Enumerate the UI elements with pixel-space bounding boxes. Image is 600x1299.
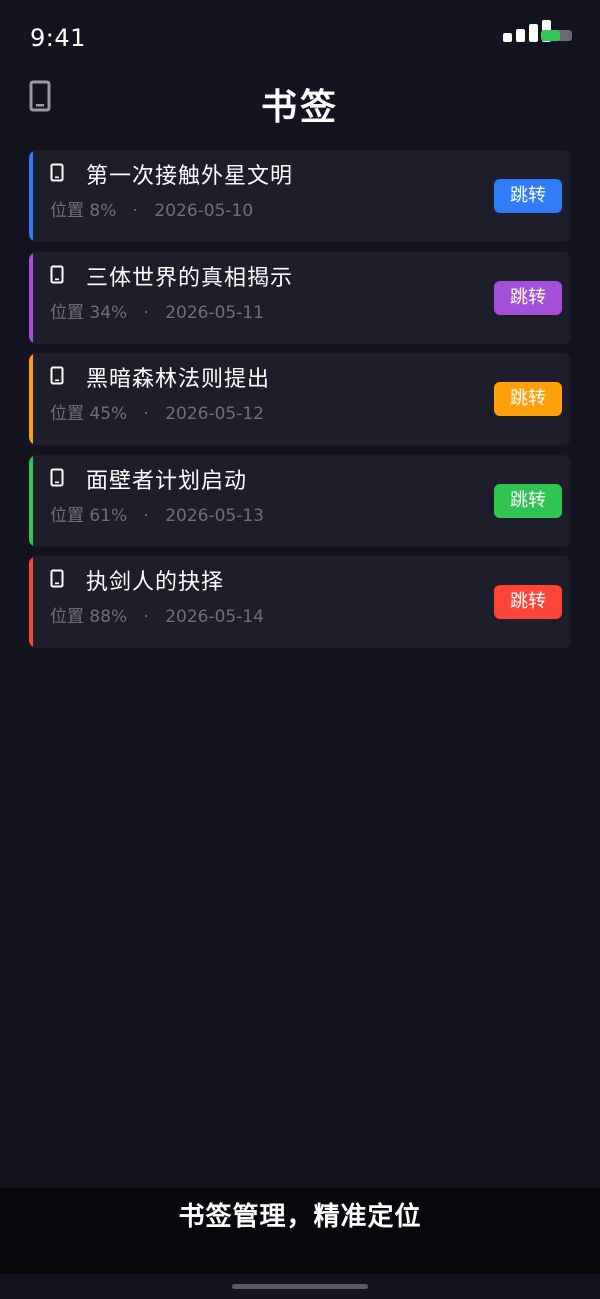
bookmark-item[interactable]: 面壁者计划启动位置 61% · 2026-05-13 跳转 [29, 454, 571, 547]
accent-bar [29, 353, 33, 445]
bookmark-title: 第一次接触外星文明 [86, 164, 294, 189]
phone-icon [50, 366, 64, 385]
bookmark-item[interactable]: 第一次接触外星文明位置 8% · 2026-05-10 跳转 [29, 150, 571, 242]
phone-icon [50, 163, 64, 182]
meta-separator: · [143, 404, 149, 424]
accent-bar [29, 150, 33, 242]
screen: 9:41 书签 第一次接触外星文明 位置 8% · 2026-05-10 跳转 三体世界的… [0, 0, 600, 1299]
bookmark-item[interactable]: 三体世界的真相揭示位置 34% · 2026-05-11 跳转 [29, 251, 571, 344]
phone-icon [50, 468, 64, 486]
page-title: 书签 [260, 87, 339, 128]
header: 书签 [0, 70, 600, 140]
accent-bar [29, 454, 33, 547]
bookmark-date: 2026-05-11 [165, 302, 264, 323]
meta-separator: · [143, 302, 149, 323]
bookmark-list: 第一次接触外星文明 位置 8% · 2026-05-10 跳转 三体世界的真相揭示 位置 3… [29, 150, 571, 658]
caption-bar: 书签管理，精准定位 [0, 1188, 600, 1274]
bookmark-position: 位置 8% [50, 201, 117, 221]
status-bar: 9:41 [0, 0, 600, 70]
caption-text: 书签管理，精准定位 [178, 1202, 422, 1232]
bookmark-title: 面壁者计划启动 [86, 468, 248, 494]
home-indicator[interactable] [232, 1284, 368, 1289]
accent-bar [29, 251, 33, 344]
jump-button[interactable]: 跳转 [494, 585, 562, 619]
battery-level [541, 30, 561, 41]
meta-separator: · [143, 607, 149, 627]
bookmark-meta: 位置 61% · 2026-05-13 [50, 501, 264, 526]
bookmark-date: 2026-05-12 [165, 404, 264, 424]
bookmark-position: 位置 45% [50, 404, 128, 424]
meta-separator: · [143, 505, 149, 526]
bookmark-title: 三体世界的真相揭示 [86, 265, 294, 291]
bookmark-meta: 位置 8% · 2026-05-10 [50, 196, 253, 221]
bookmark-meta: 位置 45% · 2026-05-12 [50, 399, 264, 424]
bookmark-date: 2026-05-10 [154, 201, 254, 221]
bookmark-position: 位置 88% [50, 607, 128, 627]
jump-button[interactable]: 跳转 [494, 280, 562, 315]
bookmark-item[interactable]: 黑暗森林法则提出位置 45% · 2026-05-12 跳转 [29, 353, 571, 445]
bookmark-meta: 位置 34% · 2026-05-11 [50, 298, 264, 323]
bookmark-meta: 位置 88% · 2026-05-14 [50, 602, 264, 627]
bookmark-title: 执剑人的抉择 [86, 570, 225, 595]
bookmark-title: 黑暗森林法则提出 [86, 367, 271, 392]
bookmark-date: 2026-05-13 [165, 505, 264, 526]
status-time: 9:41 [30, 24, 86, 52]
accent-bar [29, 556, 33, 648]
battery-icon [541, 30, 572, 41]
jump-button[interactable]: 跳转 [494, 382, 562, 416]
bookmark-date: 2026-05-14 [165, 607, 264, 627]
phone-icon [50, 569, 64, 588]
phone-icon [50, 265, 64, 283]
jump-button[interactable]: 跳转 [494, 179, 562, 213]
bookmark-position: 位置 34% [50, 302, 128, 323]
meta-separator: · [132, 201, 139, 221]
bookmark-position: 位置 61% [50, 505, 128, 526]
jump-button[interactable]: 跳转 [494, 483, 562, 518]
bookmark-item[interactable]: 执剑人的抉择位置 88% · 2026-05-14 跳转 [29, 556, 571, 648]
